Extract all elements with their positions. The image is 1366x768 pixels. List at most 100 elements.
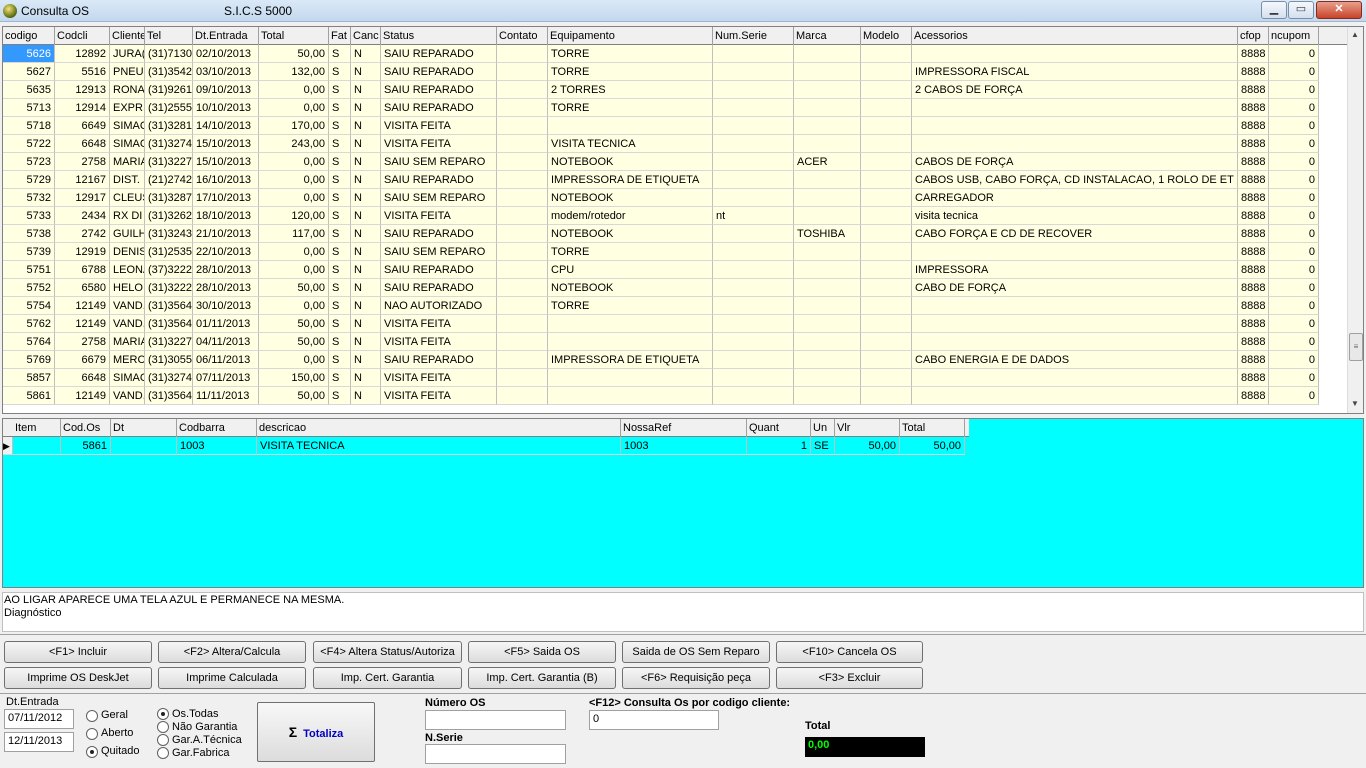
- items-header-3[interactable]: Codbarra: [177, 419, 257, 437]
- items-header-8[interactable]: Vlr: [835, 419, 900, 437]
- table-cell[interactable]: 8888: [1238, 189, 1269, 207]
- radio-geral[interactable]: [86, 710, 98, 722]
- table-cell[interactable]: (31)3564: [145, 387, 193, 405]
- table-cell[interactable]: 117,00: [259, 225, 329, 243]
- items-header-7[interactable]: Un: [811, 419, 835, 437]
- table-cell[interactable]: 12167: [55, 171, 110, 189]
- table-cell[interactable]: [713, 189, 794, 207]
- table-cell[interactable]: 0: [1269, 99, 1319, 117]
- table-cell[interactable]: (37)3222: [145, 261, 193, 279]
- table-cell[interactable]: 5754: [3, 297, 55, 315]
- table-cell[interactable]: [713, 135, 794, 153]
- table-cell[interactable]: [497, 243, 548, 261]
- table-cell[interactable]: RX DI: [110, 207, 145, 225]
- table-cell[interactable]: [861, 369, 912, 387]
- table-cell[interactable]: (31)3222: [145, 279, 193, 297]
- table-cell[interactable]: 50,00: [259, 45, 329, 63]
- table-cell[interactable]: S: [329, 243, 351, 261]
- table-cell[interactable]: [497, 351, 548, 369]
- table-cell[interactable]: [794, 189, 861, 207]
- table-cell[interactable]: N: [351, 387, 381, 405]
- radio-gar-fabrica[interactable]: [157, 747, 169, 759]
- items-cell[interactable]: 50,00: [835, 437, 900, 455]
- table-cell[interactable]: S: [329, 315, 351, 333]
- table-cell[interactable]: [912, 387, 1238, 405]
- table-cell[interactable]: SAIU REPARADO: [381, 99, 497, 117]
- table-cell[interactable]: [912, 117, 1238, 135]
- table-cell[interactable]: [861, 351, 912, 369]
- table-cell[interactable]: 11/11/2013: [193, 387, 259, 405]
- table-cell[interactable]: 132,00: [259, 63, 329, 81]
- table-cell[interactable]: [548, 117, 713, 135]
- column-header-0[interactable]: codigo: [3, 27, 55, 45]
- table-cell[interactable]: SAIU REPARADO: [381, 45, 497, 63]
- table-cell[interactable]: 5732: [3, 189, 55, 207]
- table-cell[interactable]: 8888: [1238, 207, 1269, 225]
- table-cell[interactable]: 8888: [1238, 81, 1269, 99]
- column-header-2[interactable]: Cliente: [110, 27, 145, 45]
- table-cell[interactable]: 12917: [55, 189, 110, 207]
- table-cell[interactable]: 0,00: [259, 189, 329, 207]
- table-cell[interactable]: CABOS DE FORÇA: [912, 153, 1238, 171]
- table-cell[interactable]: [548, 387, 713, 405]
- table-cell[interactable]: [861, 153, 912, 171]
- column-header-10[interactable]: Equipamento: [548, 27, 713, 45]
- table-cell[interactable]: [713, 315, 794, 333]
- table-cell[interactable]: (31)3243: [145, 225, 193, 243]
- table-cell[interactable]: NOTEBOOK: [548, 153, 713, 171]
- table-cell[interactable]: 8888: [1238, 333, 1269, 351]
- items-cell[interactable]: 5861: [61, 437, 111, 455]
- table-cell[interactable]: N: [351, 369, 381, 387]
- cancela-os-button[interactable]: <F10> Cancela OS: [776, 641, 923, 663]
- table-cell[interactable]: S: [329, 81, 351, 99]
- table-cell[interactable]: [713, 297, 794, 315]
- table-cell[interactable]: 6649: [55, 117, 110, 135]
- column-header-5[interactable]: Total: [259, 27, 329, 45]
- table-cell[interactable]: VAND.: [110, 315, 145, 333]
- excluir-button[interactable]: <F3> Excluir: [776, 667, 923, 689]
- table-cell[interactable]: 8888: [1238, 261, 1269, 279]
- table-cell[interactable]: N: [351, 297, 381, 315]
- table-cell[interactable]: 2742: [55, 225, 110, 243]
- table-cell[interactable]: [713, 225, 794, 243]
- table-cell[interactable]: [497, 117, 548, 135]
- table-row[interactable]: 573212917CLEUS(31)328717/10/20130,00SNSA…: [3, 189, 1319, 207]
- table-cell[interactable]: [794, 387, 861, 405]
- table-cell[interactable]: [497, 135, 548, 153]
- items-header-0[interactable]: Item: [13, 419, 61, 437]
- table-cell[interactable]: [794, 261, 861, 279]
- table-cell[interactable]: [497, 333, 548, 351]
- table-cell[interactable]: VISITA FEITA: [381, 387, 497, 405]
- table-cell[interactable]: 01/11/2013: [193, 315, 259, 333]
- table-cell[interactable]: 50,00: [259, 333, 329, 351]
- table-cell[interactable]: 243,00: [259, 135, 329, 153]
- table-cell[interactable]: CARREGADOR: [912, 189, 1238, 207]
- table-cell[interactable]: SAIU REPARADO: [381, 279, 497, 297]
- table-cell[interactable]: TORRE: [548, 63, 713, 81]
- table-row[interactable]: 5723 2758 MARIA (31)3227 15/10/2013 0,00 S N SAI…: [3, 153, 1319, 171]
- table-cell[interactable]: 15/10/2013: [193, 135, 259, 153]
- table-cell[interactable]: [794, 297, 861, 315]
- table-row[interactable]: 5718 6649 SIMAC (31)3281 14/10/2013 170,00 S N V…: [3, 117, 1319, 135]
- table-cell[interactable]: [794, 99, 861, 117]
- table-cell[interactable]: [794, 351, 861, 369]
- table-cell[interactable]: VAND.: [110, 387, 145, 405]
- table-cell[interactable]: 0: [1269, 261, 1319, 279]
- table-cell[interactable]: (31)3564: [145, 315, 193, 333]
- table-cell[interactable]: 0,00: [259, 243, 329, 261]
- table-cell[interactable]: N: [351, 207, 381, 225]
- table-cell[interactable]: MARIA: [110, 153, 145, 171]
- table-cell[interactable]: 12919: [55, 243, 110, 261]
- table-cell[interactable]: NOTEBOOK: [548, 189, 713, 207]
- items-header-2[interactable]: Dt: [111, 419, 177, 437]
- table-cell[interactable]: [713, 333, 794, 351]
- items-header-5[interactable]: NossaRef: [621, 419, 747, 437]
- table-cell[interactable]: [497, 387, 548, 405]
- table-row[interactable]: 5626 12892 JURA((31)7130 02/10/2013 50,00 S N S…: [3, 45, 1319, 63]
- table-row[interactable]: 5635 12913 RONA (31)9261 09/10/2013 0,00 S N SAI…: [3, 81, 1319, 99]
- table-cell[interactable]: 150,00: [259, 369, 329, 387]
- table-cell[interactable]: 8888: [1238, 225, 1269, 243]
- table-cell[interactable]: 50,00: [259, 279, 329, 297]
- table-cell[interactable]: S: [329, 333, 351, 351]
- table-cell[interactable]: MARIA: [110, 333, 145, 351]
